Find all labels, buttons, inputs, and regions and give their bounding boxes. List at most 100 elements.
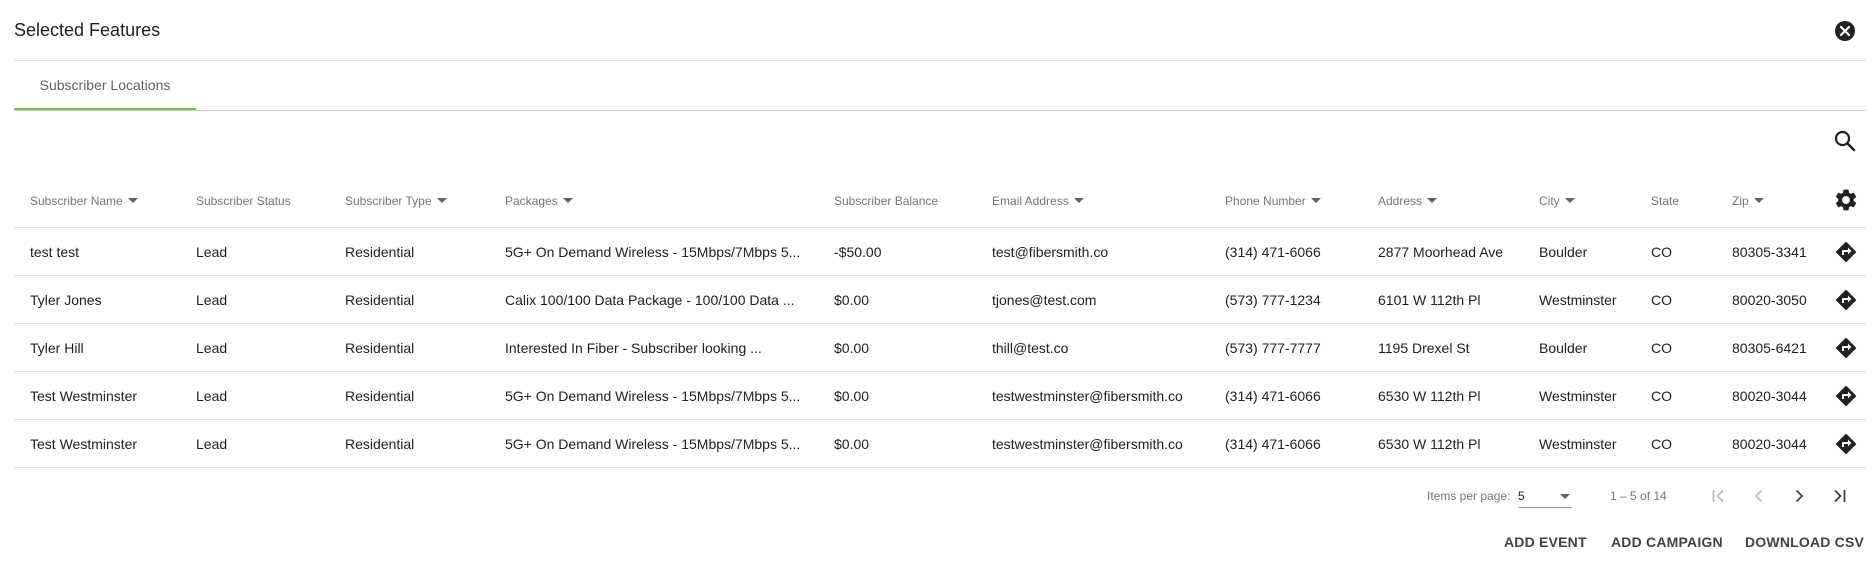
paginator: Items per page: 5 1 – 5 of 14 <box>0 478 1876 514</box>
column-header-subscriber-balance[interactable]: Subscriber Balance <box>834 174 984 227</box>
cell-subscriber-balance: $0.00 <box>834 435 870 452</box>
cell-packages: Calix 100/100 Data Package - 100/100 Dat… <box>505 291 795 308</box>
cell-phone-number: (573) 777-1234 <box>1225 291 1321 308</box>
cell-phone-number: (314) 471-6066 <box>1225 435 1321 452</box>
column-header-address[interactable]: Address <box>1378 174 1533 227</box>
add-campaign-button[interactable]: ADD CAMPAIGN <box>1611 527 1723 557</box>
column-header-packages[interactable]: Packages <box>505 174 825 227</box>
cell-address: 6530 W 112th Pl <box>1378 435 1481 452</box>
column-header-email-address[interactable]: Email Address <box>992 174 1217 227</box>
sort-arrow-icon <box>1310 198 1321 203</box>
cell-subscriber-status: Lead <box>196 387 228 404</box>
cell-address: 6101 W 112th Pl <box>1378 291 1481 308</box>
column-header-city[interactable]: City <box>1539 174 1649 227</box>
column-header-state[interactable]: State <box>1651 174 1721 227</box>
cell-state: CO <box>1651 435 1672 452</box>
cell-zip: 80020-3050 <box>1732 291 1807 308</box>
column-header-phone-number[interactable]: Phone Number <box>1225 174 1370 227</box>
sort-arrow-icon <box>1564 198 1575 203</box>
column-header-zip[interactable]: Zip <box>1732 174 1827 227</box>
cell-packages: 5G+ On Demand Wireless - 15Mbps/7Mbps 5.… <box>505 243 801 260</box>
tab-subscriber-locations[interactable]: Subscriber Locations <box>14 62 196 110</box>
directions-icon <box>1836 241 1857 262</box>
page-range-label: 1 – 5 of 14 <box>1610 489 1667 503</box>
add-event-button[interactable]: ADD EVENT <box>1504 527 1587 557</box>
action-bar: ADD EVENT ADD CAMPAIGN DOWNLOAD CSV <box>0 527 1876 557</box>
directions-button[interactable] <box>1834 336 1858 360</box>
cell-email-address: tjones@test.com <box>992 291 1097 308</box>
sort-arrow-icon <box>562 198 573 203</box>
cell-city: Westminster <box>1539 387 1617 404</box>
directions-button[interactable] <box>1834 432 1858 456</box>
search-button[interactable] <box>1832 128 1858 154</box>
chevron-down-icon <box>1560 494 1570 499</box>
directions-icon <box>1836 433 1857 454</box>
cell-city: Boulder <box>1539 243 1588 260</box>
cell-subscriber-name: Test Westminster <box>30 387 138 404</box>
cell-zip: 80020-3044 <box>1732 387 1807 404</box>
cell-state: CO <box>1651 291 1672 308</box>
cell-state: CO <box>1651 339 1672 356</box>
cell-email-address: testwestminster@fibersmith.co <box>992 387 1183 404</box>
column-header-subscriber-type[interactable]: Subscriber Type <box>345 174 495 227</box>
sort-arrow-icon <box>1753 198 1764 203</box>
cell-subscriber-status: Lead <box>196 291 228 308</box>
cell-subscriber-type: Residential <box>345 387 415 404</box>
directions-icon <box>1836 385 1857 406</box>
close-button[interactable] <box>1834 20 1856 42</box>
cell-address: 1195 Drexel St <box>1378 339 1470 356</box>
search-icon <box>1834 130 1856 152</box>
cell-email-address: thill@test.co <box>992 339 1069 356</box>
cell-subscriber-balance: $0.00 <box>834 387 870 404</box>
cell-subscriber-type: Residential <box>345 243 415 260</box>
directions-button[interactable] <box>1834 384 1858 408</box>
cell-zip: 80305-3341 <box>1732 243 1807 260</box>
last-page-icon <box>1834 489 1846 503</box>
table-row[interactable]: Test Westminster Lead Residential 5G+ On… <box>14 372 1866 420</box>
cell-subscriber-status: Lead <box>196 339 228 356</box>
cell-subscriber-balance: -$50.00 <box>834 243 882 260</box>
cell-city: Westminster <box>1539 291 1617 308</box>
cell-subscriber-type: Residential <box>345 339 415 356</box>
cell-phone-number: (314) 471-6066 <box>1225 387 1321 404</box>
cell-packages: 5G+ On Demand Wireless - 15Mbps/7Mbps 5.… <box>505 435 801 452</box>
cell-phone-number: (573) 777-7777 <box>1225 339 1321 356</box>
dialog-header: Selected Features <box>14 0 1866 61</box>
cell-subscriber-status: Lead <box>196 435 228 452</box>
table-row[interactable]: Tyler Hill Lead Residential Interested I… <box>14 324 1866 372</box>
cell-phone-number: (314) 471-6066 <box>1225 243 1321 260</box>
download-csv-button[interactable]: DOWNLOAD CSV <box>1745 527 1864 557</box>
cell-email-address: testwestminster@fibersmith.co <box>992 435 1183 452</box>
previous-page-button[interactable] <box>1744 481 1774 511</box>
directions-button[interactable] <box>1834 240 1858 264</box>
cell-zip: 80020-3044 <box>1732 435 1807 452</box>
cell-state: CO <box>1651 387 1672 404</box>
cell-zip: 80305-6421 <box>1732 339 1807 356</box>
cell-state: CO <box>1651 243 1672 260</box>
sort-arrow-icon <box>127 198 138 203</box>
directions-button[interactable] <box>1834 288 1858 312</box>
cell-subscriber-name: Tyler Hill <box>30 339 84 356</box>
cell-subscriber-balance: $0.00 <box>834 339 870 356</box>
cell-subscriber-name: test test <box>30 243 80 260</box>
first-page-button[interactable] <box>1704 481 1734 511</box>
column-header-subscriber-name[interactable]: Subscriber Name <box>30 174 190 227</box>
items-per-page-select[interactable]: 5 <box>1518 484 1572 508</box>
close-circle-icon <box>1835 21 1855 41</box>
cell-packages: 5G+ On Demand Wireless - 15Mbps/7Mbps 5.… <box>505 387 801 404</box>
cell-email-address: test@fibersmith.co <box>992 243 1109 260</box>
sort-arrow-icon <box>1427 198 1438 203</box>
table-row[interactable]: Test Westminster Lead Residential 5G+ On… <box>14 420 1866 468</box>
chevron-right-icon <box>1795 489 1804 503</box>
cell-address: 6530 W 112th Pl <box>1378 387 1481 404</box>
sort-arrow-icon <box>436 198 447 203</box>
cell-subscriber-name: Tyler Jones <box>30 291 102 308</box>
last-page-button[interactable] <box>1824 481 1854 511</box>
items-per-page-value: 5 <box>1518 489 1525 503</box>
cell-subscriber-balance: $0.00 <box>834 291 870 308</box>
table-row[interactable]: test test Lead Residential 5G+ On Demand… <box>14 228 1866 276</box>
cell-packages: Interested In Fiber - Subscriber looking… <box>505 339 762 356</box>
column-header-subscriber-status[interactable]: Subscriber Status <box>196 174 336 227</box>
table-row[interactable]: Tyler Jones Lead Residential Calix 100/1… <box>14 276 1866 324</box>
next-page-button[interactable] <box>1784 481 1814 511</box>
